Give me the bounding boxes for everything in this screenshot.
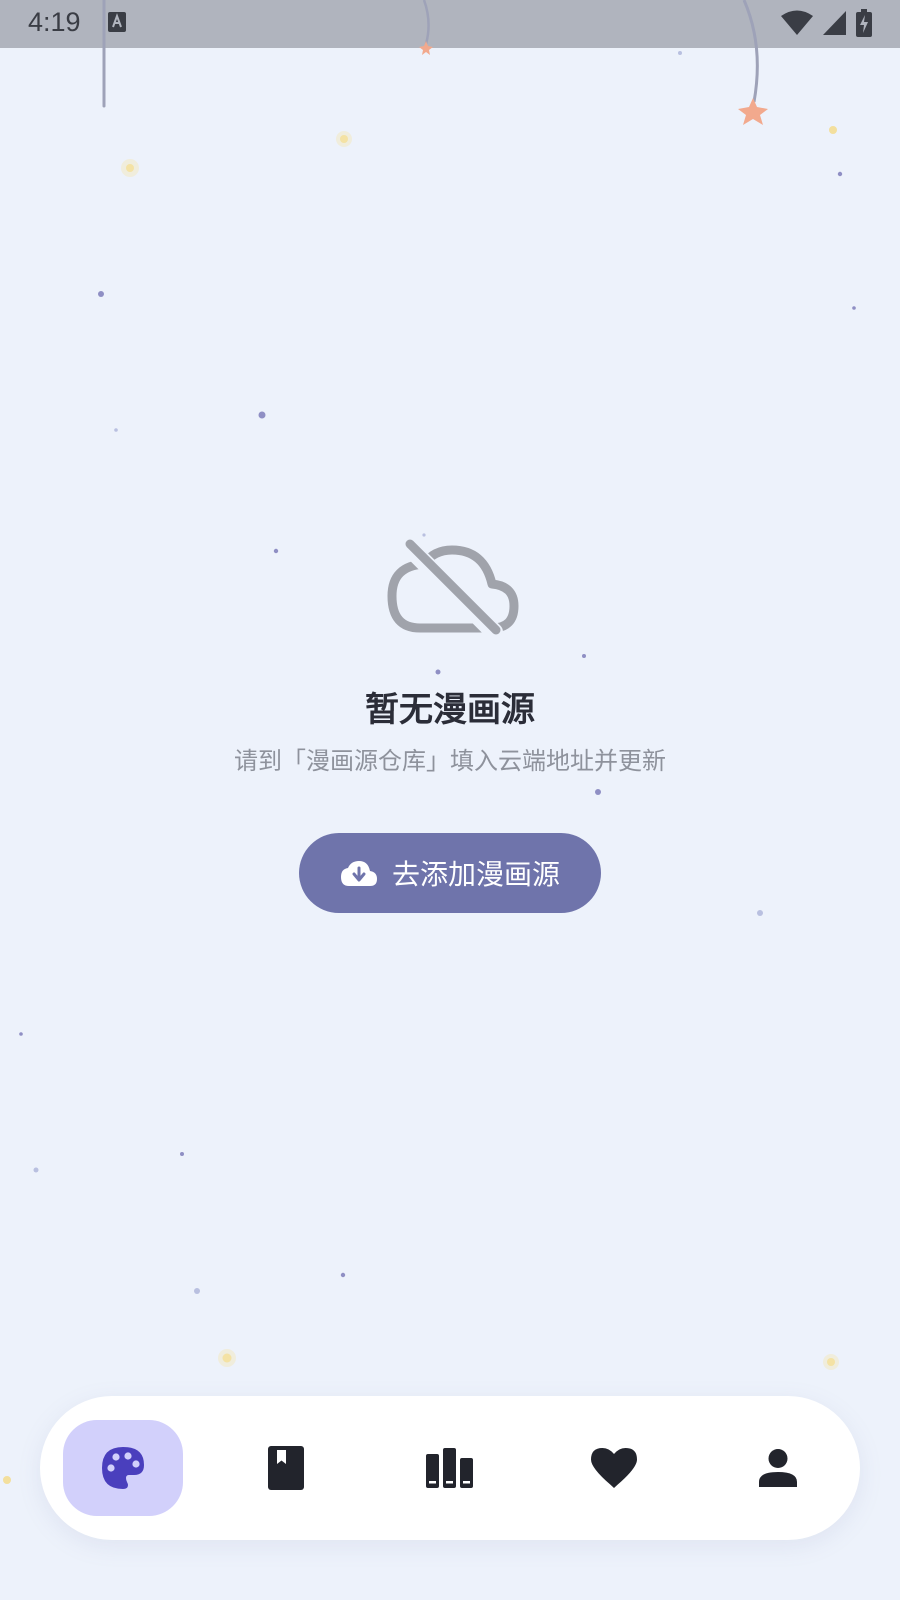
add-comic-source-label: 去添加漫画源 — [391, 858, 560, 891]
cloud-off-icon — [387, 537, 519, 640]
empty-state: 暂无漫画源 请到「漫画源仓库」填入云端地址并更新 — [0, 536, 900, 778]
library-books-icon — [426, 1448, 473, 1488]
wifi-icon — [781, 10, 813, 35]
nav-item-bookmarks[interactable] — [226, 1420, 346, 1516]
empty-title: 暂无漫画源 — [365, 690, 535, 730]
palette-icon — [102, 1447, 144, 1489]
status-time: 4:19 — [28, 7, 81, 37]
nav-item-profile[interactable] — [718, 1420, 838, 1516]
nav-item-library[interactable] — [390, 1420, 510, 1516]
status-bar: 4:19 — [0, 0, 900, 48]
nav-item-sources[interactable] — [63, 1420, 183, 1516]
add-comic-source-button[interactable]: 去添加漫画源 — [299, 833, 601, 913]
heart-icon — [591, 1448, 637, 1488]
empty-subtitle: 请到「漫画源仓库」填入云端地址并更新 — [234, 747, 666, 775]
cloud-download-icon — [340, 861, 377, 886]
bookmark-book-icon — [268, 1446, 304, 1490]
bottom-navigation-bar — [40, 1396, 860, 1540]
cellular-signal-icon — [823, 11, 846, 35]
starry-background-decoration — [3, 51, 856, 1484]
nav-item-favorites[interactable] — [554, 1420, 674, 1516]
battery-charging-icon — [856, 9, 872, 37]
person-icon — [759, 1449, 797, 1487]
text-input-notification-icon — [108, 12, 126, 32]
